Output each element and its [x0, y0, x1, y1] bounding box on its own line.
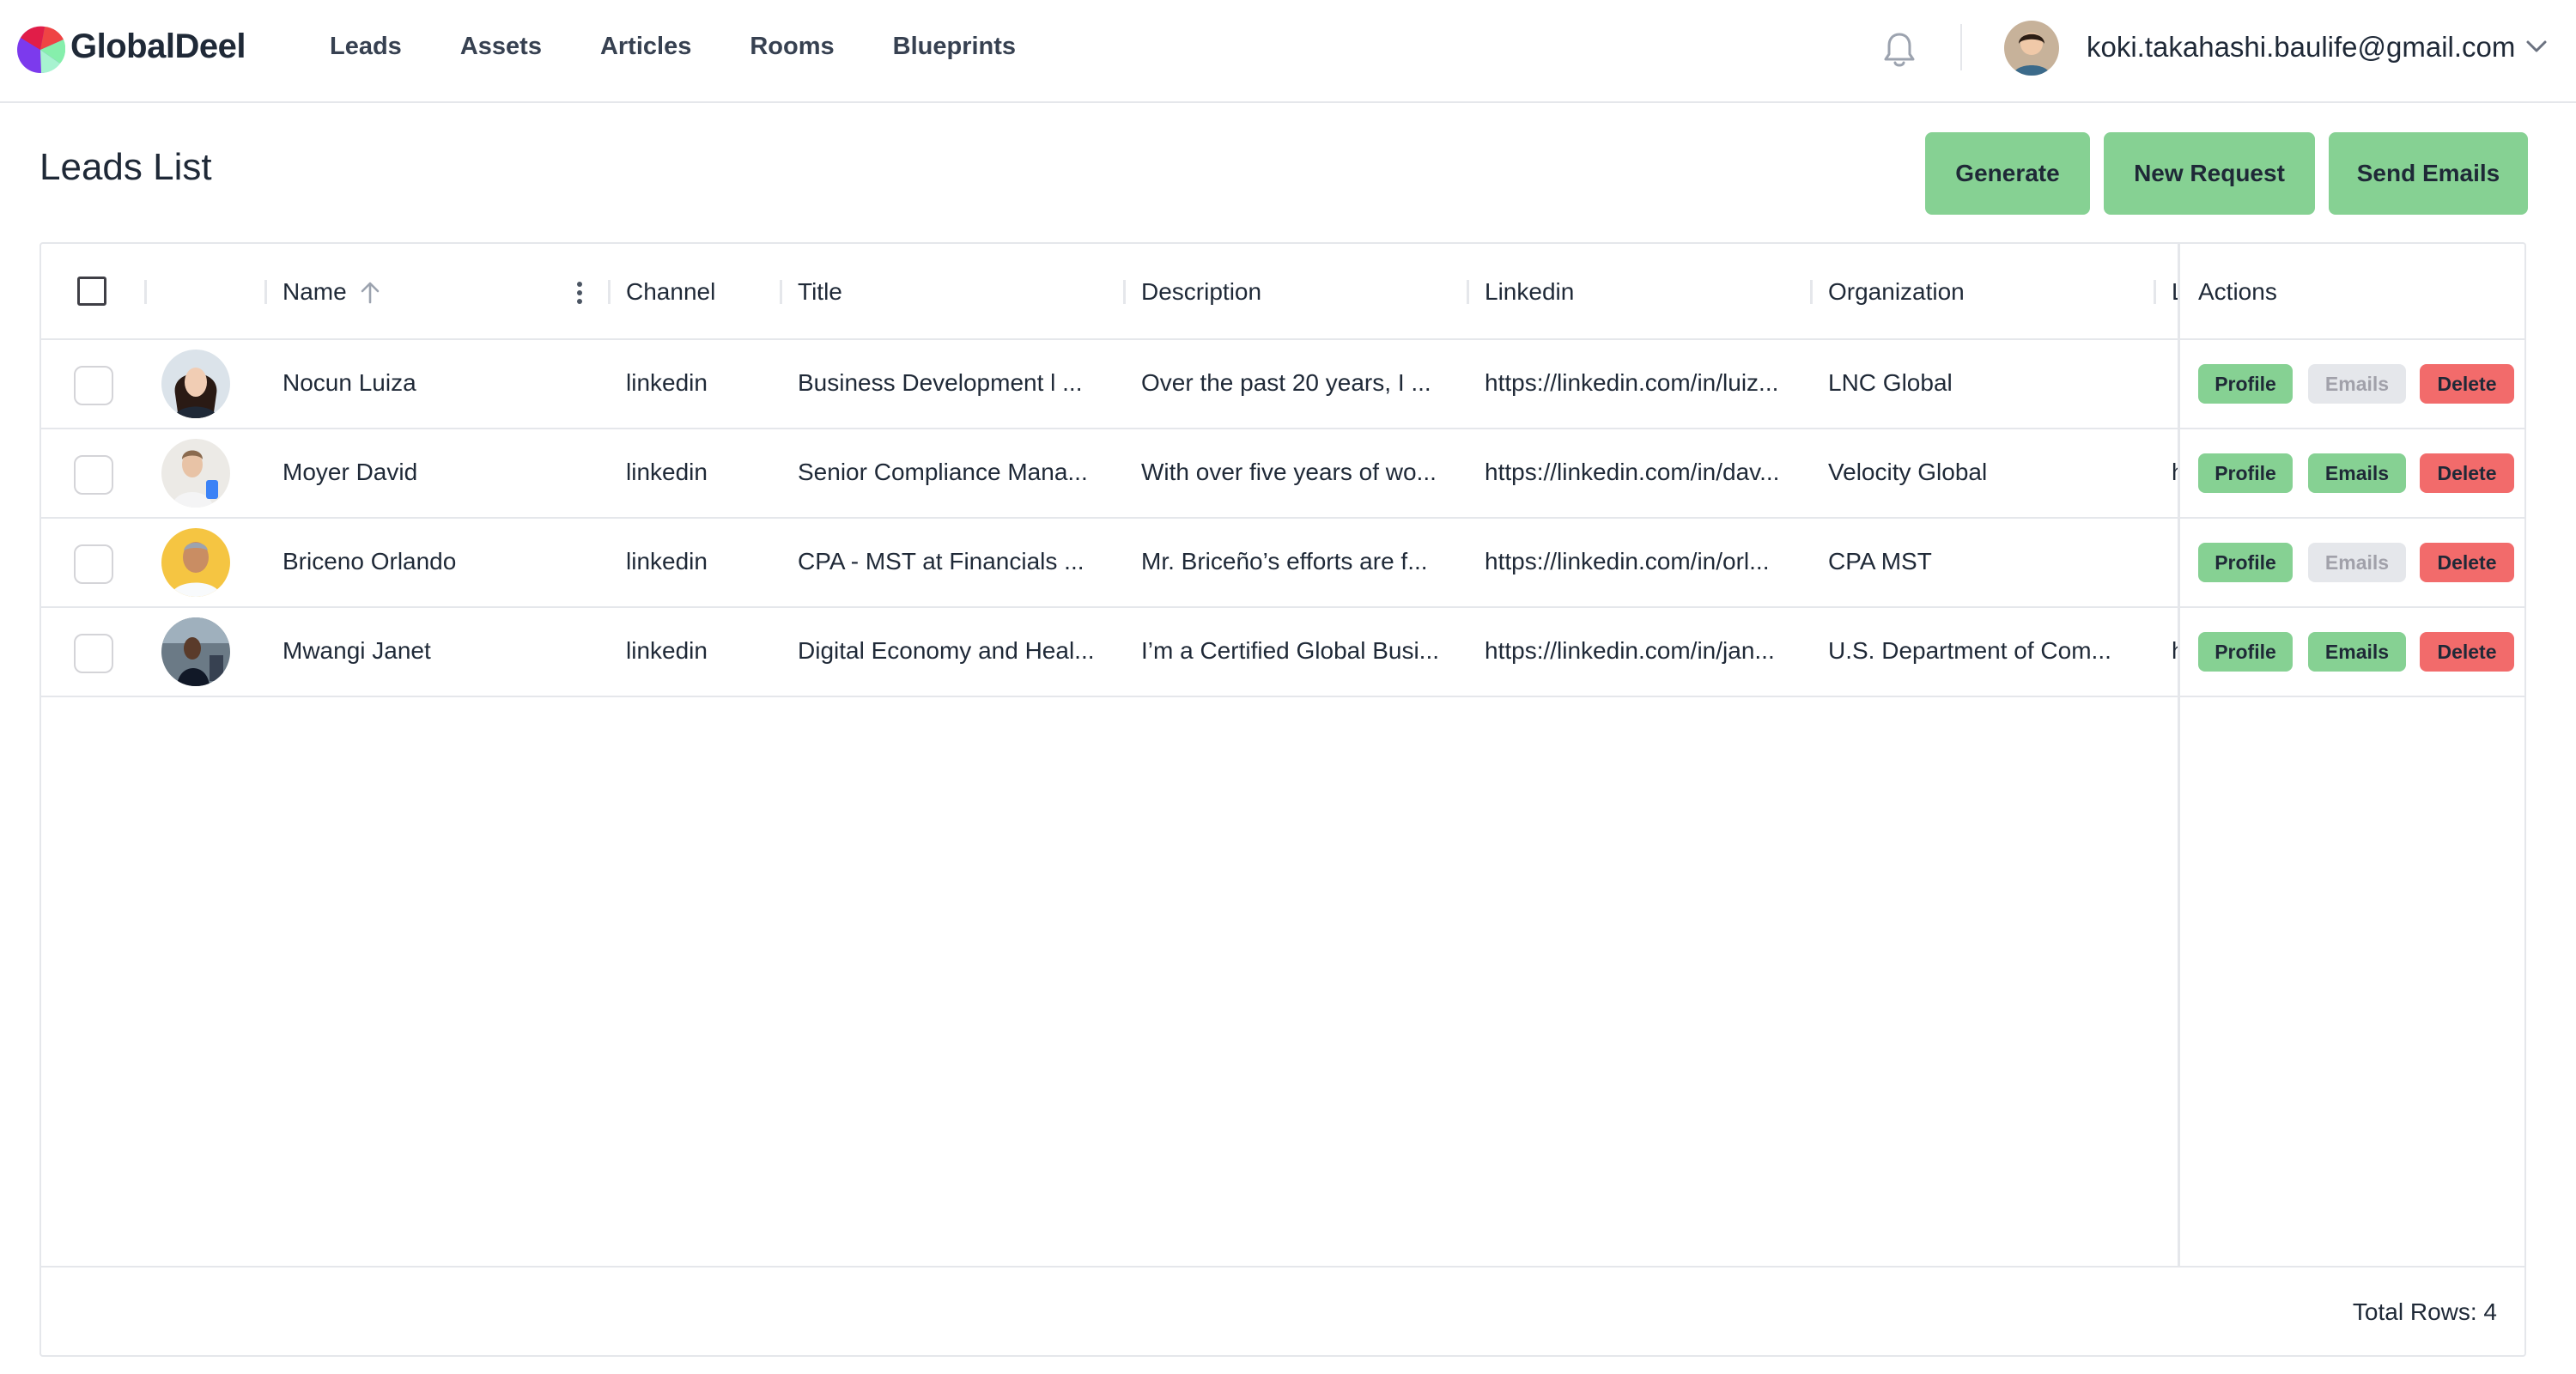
lead-avatar: [161, 617, 230, 686]
row-checkbox[interactable]: [74, 544, 113, 584]
lead-channel: linkedin: [626, 548, 708, 575]
lead-avatar: [161, 439, 230, 508]
column-separator[interactable]: [1467, 280, 1469, 304]
row-checkbox[interactable]: [74, 634, 113, 673]
column-separator[interactable]: [2154, 280, 2156, 304]
lead-channel: linkedin: [626, 459, 708, 485]
bell-icon[interactable]: [1880, 29, 1918, 70]
header-divider: [1960, 24, 1962, 70]
column-separator[interactable]: [780, 280, 782, 304]
table-row[interactable]: Briceno Orlando linkedin CPA - MST at Fi…: [41, 519, 2524, 608]
column-header-title[interactable]: Title: [798, 278, 842, 306]
lead-linkedin-url[interactable]: https://linkedin.com/in/orl...: [1485, 548, 1802, 575]
column-header-linkedin[interactable]: Linkedin: [1485, 278, 1574, 306]
column-header-channel[interactable]: Channel: [626, 278, 715, 306]
table-row[interactable]: Moyer David linkedin Senior Compliance M…: [41, 429, 2524, 519]
generate-button[interactable]: Generate: [1925, 132, 2090, 215]
main-nav: Leads Assets Articles Rooms Blueprints: [330, 33, 1074, 61]
chevron-down-icon[interactable]: [2524, 38, 2549, 55]
lead-name: Mwangi Janet: [283, 637, 431, 664]
user-avatar[interactable]: [2004, 21, 2059, 76]
lead-description: With over five years of wo...: [1141, 459, 1437, 485]
lead-title: Senior Compliance Mana...: [798, 459, 1088, 485]
leads-data-grid: Name Channel Title Description Linkedin …: [39, 242, 2526, 1357]
lead-channel: linkedin: [626, 637, 708, 664]
globaldeel-logo[interactable]: [15, 22, 65, 77]
nav-link-articles[interactable]: Articles: [600, 33, 691, 61]
column-header-name[interactable]: Name: [283, 278, 347, 306]
lead-title: Business Development l ...: [798, 369, 1083, 396]
lead-description: I’m a Certified Global Busi...: [1141, 637, 1440, 664]
select-all-checkbox[interactable]: [77, 277, 106, 306]
column-separator[interactable]: [144, 280, 147, 304]
nav-link-leads[interactable]: Leads: [330, 33, 402, 61]
kebab-menu-icon[interactable]: [574, 280, 586, 306]
column-separator[interactable]: [608, 280, 611, 304]
lead-organization: U.S. Department of Com...: [1828, 637, 2111, 664]
column-separator[interactable]: [1810, 280, 1813, 304]
column-header-organization[interactable]: Organization: [1828, 278, 1965, 306]
table-row[interactable]: Mwangi Janet linkedin Digital Economy an…: [41, 608, 2524, 697]
lead-linkedin-url[interactable]: https://linkedin.com/in/jan...: [1485, 637, 1802, 665]
column-separator[interactable]: [1123, 280, 1126, 304]
lead-description: Over the past 20 years, I ...: [1141, 369, 1431, 396]
lead-title: Digital Economy and Heal...: [798, 637, 1095, 664]
total-rows-count: Total Rows: 4: [2352, 1298, 2497, 1325]
lead-name: Nocun Luiza: [283, 369, 416, 396]
nav-link-blueprints[interactable]: Blueprints: [893, 33, 1016, 61]
lead-title: CPA - MST at Financials ...: [798, 548, 1084, 575]
new-request-button[interactable]: New Request: [2104, 132, 2315, 215]
brand-name[interactable]: GlobalDeel: [70, 27, 246, 66]
nav-link-assets[interactable]: Assets: [460, 33, 542, 61]
send-emails-button[interactable]: Send Emails: [2329, 132, 2528, 215]
pinned-actions-column: [2178, 244, 2527, 1266]
column-separator[interactable]: [264, 280, 267, 304]
lead-name: Briceno Orlando: [283, 548, 457, 575]
page-title: Leads List: [39, 146, 212, 188]
grid-footer: Total Rows: 4: [41, 1266, 2524, 1355]
grid-header-row: Name Channel Title Description Linkedin …: [41, 244, 2524, 340]
top-navigation-bar: GlobalDeel Leads Assets Articles Rooms B…: [0, 0, 2576, 103]
row-checkbox[interactable]: [74, 366, 113, 405]
lead-organization: Velocity Global: [1828, 459, 1988, 485]
lead-name: Moyer David: [283, 459, 418, 485]
table-row[interactable]: Nocun Luiza linkedin Business Developmen…: [41, 340, 2524, 429]
lead-avatar: [161, 350, 230, 418]
lead-avatar: [161, 528, 230, 597]
column-header-description[interactable]: Description: [1141, 278, 1261, 306]
user-email[interactable]: koki.takahashi.baulife@gmail.com: [2087, 31, 2515, 64]
lead-linkedin-url[interactable]: https://linkedin.com/in/dav...: [1485, 459, 1802, 486]
nav-link-rooms[interactable]: Rooms: [750, 33, 834, 61]
lead-linkedin-url[interactable]: https://linkedin.com/in/luiz...: [1485, 369, 1802, 397]
lead-organization: LNC Global: [1828, 369, 1953, 396]
lead-description: Mr. Briceño’s efforts are f...: [1141, 548, 1428, 575]
lead-channel: linkedin: [626, 369, 708, 396]
row-checkbox[interactable]: [74, 455, 113, 495]
arrow-up-icon[interactable]: [359, 280, 381, 306]
lead-organization: CPA MST: [1828, 548, 1932, 575]
